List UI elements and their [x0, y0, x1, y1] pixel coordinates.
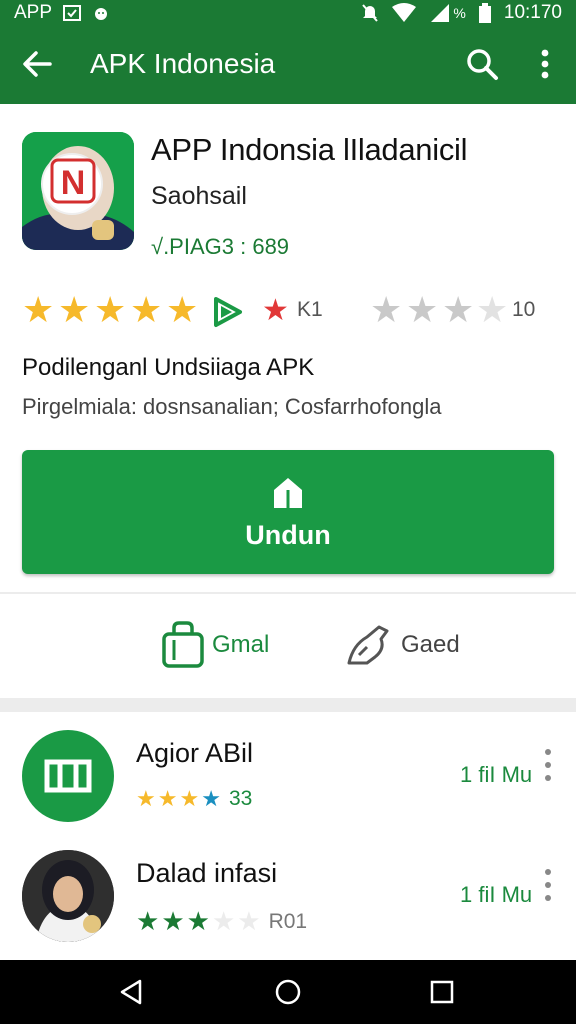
status-text: APP [14, 2, 53, 23]
star-icon: ★ [157, 786, 178, 811]
list-item-rating: ★ ★ ★ ★ ★ R01 [136, 906, 307, 937]
developer-name[interactable]: Saohsail [151, 182, 247, 211]
app-icon[interactable]: N [22, 132, 134, 250]
status-time: 10:170 [503, 2, 562, 23]
bird-icon [347, 625, 389, 665]
rating-count-secondary: 10 [512, 298, 536, 321]
star-icon: ★ [406, 289, 439, 330]
list-item-size: 1 fiI Mu [460, 882, 533, 907]
nav-back-icon[interactable] [115, 976, 147, 1008]
star-icon: ★ [136, 906, 160, 936]
download-button[interactable]: Undun [22, 450, 554, 574]
star-icon: ★ [22, 289, 55, 330]
gaed-label: Gaed [401, 631, 460, 658]
system-nav-bar [0, 960, 576, 1024]
description-heading: Podilenganl Undsiiaga APK [22, 354, 315, 381]
star-icon: ★ [166, 289, 199, 330]
bag-icon [162, 621, 204, 668]
star-icon: ★ [94, 289, 127, 330]
rating-label: R01 [268, 909, 308, 933]
app-bar: APK Indonesia [0, 30, 576, 100]
star-icon: ★ [179, 786, 200, 811]
star-icon: ★ [370, 289, 403, 330]
rating-count: K1 [297, 298, 323, 321]
user-avatar [22, 850, 114, 942]
gmail-label: Gmal [212, 631, 270, 658]
mute-icon [362, 4, 379, 22]
arrow-left-icon[interactable] [20, 47, 54, 81]
more-vert-icon[interactable] [543, 748, 553, 782]
battery-icon [478, 3, 491, 23]
star-icon: ★ [442, 289, 475, 330]
app-avatar [22, 730, 114, 822]
person-photo [22, 850, 114, 942]
app-icon-logo: N [50, 158, 96, 204]
signal-icon [431, 4, 450, 22]
rating-label: 33 [228, 787, 253, 810]
download-icon [274, 478, 302, 508]
android-icon [95, 8, 108, 20]
gaed-action[interactable]: Gaed [345, 620, 460, 670]
download-label: Undun [245, 520, 331, 550]
svg-text:N: N [61, 164, 86, 202]
app-bar-title: APK Indonesia [90, 48, 276, 79]
red-star-icon: ★ [262, 294, 289, 327]
search-icon[interactable] [464, 46, 500, 82]
nav-recents-icon[interactable] [428, 976, 456, 1008]
top-bar: APP % 10:170 APK Indonesia [0, 0, 576, 104]
gmail-action[interactable]: Gmal [160, 620, 269, 670]
play-store-icon [214, 297, 242, 327]
status-bar: APP % 10:170 [0, 0, 576, 26]
star-icon: ★ [237, 906, 261, 936]
half-star-icon: ★ [186, 906, 210, 936]
star-icon: ★ [136, 786, 156, 811]
star-icon: ★ [476, 289, 509, 330]
description-subtitle: Pirgelmiala: dosnsanalian; Cosfarrhofong… [22, 394, 442, 419]
more-vert-icon[interactable] [532, 46, 558, 82]
rating-row: ★ ★ ★ ★ ★ ★ K1 ★ ★ ★ ★ 10 [22, 290, 552, 330]
more-vert-icon[interactable] [543, 868, 553, 902]
film-icon [44, 759, 92, 793]
list-item-size: 1 fiI Mu [460, 762, 533, 787]
nav-home-icon[interactable] [272, 976, 304, 1008]
list-item[interactable]: Agior ABil ★ ★ ★ ★ 33 1 fiI Mu [0, 726, 576, 846]
notification-icon [63, 5, 82, 21]
related-apps-list: Agior ABil ★ ★ ★ ★ 33 1 fiI Mu Dalad inf… [0, 712, 576, 960]
app-version: √.PIAG3 : 689 [151, 234, 290, 259]
list-item[interactable]: Dalad infasi ★ ★ ★ ★ ★ R01 1 fiI Mu [0, 846, 576, 966]
list-item-rating: ★ ★ ★ ★ 33 [136, 786, 252, 812]
battery-percent: % [453, 5, 466, 21]
list-item-title: Agior ABil [136, 738, 254, 768]
star-icon: ★ [58, 289, 91, 330]
star-icon: ★ [161, 906, 185, 936]
app-title: APP Indonsia lIladanicil [151, 132, 468, 167]
star-icon: ★ [211, 906, 236, 936]
wifi-icon [392, 3, 417, 22]
star-icon: ★ [130, 289, 163, 330]
star-icon: ★ [201, 786, 221, 811]
app-detail-card: N APP Indonsia lIladanicil Saohsail √.PI… [0, 104, 576, 592]
share-actions: Gmal Gaed [0, 594, 576, 698]
list-item-title: Dalad infasi [136, 858, 278, 888]
